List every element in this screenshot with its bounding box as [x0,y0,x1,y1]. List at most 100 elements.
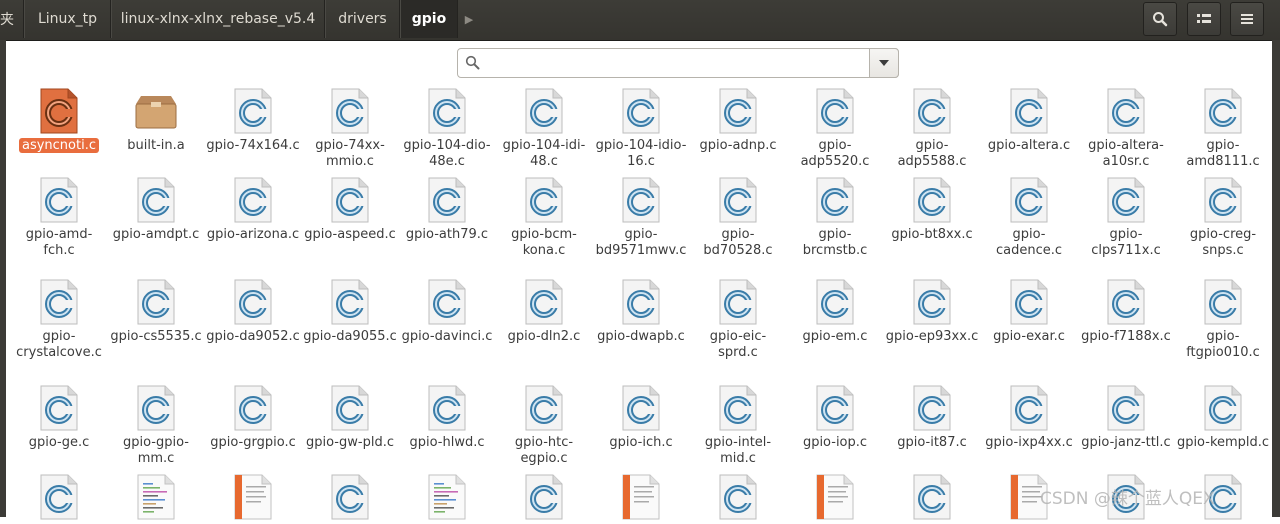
file-name: gpio-adnp.c [699,138,777,153]
file-item[interactable]: gpio-brcmstb.c [788,177,882,258]
file-item[interactable]: gpio-amdpt.c [109,177,203,257]
file-item[interactable]: gpio-amd8111.c [1176,88,1270,169]
file-name: gpio-htc-egpio.c [514,435,574,466]
file-name: gpio-creg-snps.c [1189,227,1257,258]
file-item[interactable]: gpio-104-idio-16.c [594,88,688,169]
file-item[interactable]: gpio-aspeed.c [303,177,397,257]
file-item[interactable]: gpio-gw-pld.c [303,385,397,465]
window-frame [1272,40,1280,517]
file-item[interactable]: gpio-f7188x.c [1079,279,1173,359]
file-item[interactable]: gpio-amd-fch.c [12,177,106,258]
c-source-file-icon [912,177,952,223]
file-item[interactable]: gpio-74xx-mmio.c [303,88,397,169]
file-item[interactable]: gpio-ath79.c [400,177,494,257]
menu-button[interactable] [1230,2,1264,36]
c-source-file-icon [233,177,273,223]
search-button[interactable] [1143,2,1177,36]
file-item[interactable]: gpio-bd9571mwv.c [594,177,688,258]
file-item[interactable]: gpio-74x164.c [206,88,300,168]
text-file-icon [136,474,176,520]
file-item[interactable]: gpio-it87.c [885,385,979,465]
chevron-right-icon[interactable]: ▶ [458,0,480,38]
file-item[interactable]: gpio-bcm-kona.c [497,177,591,258]
file-item[interactable]: gpio-ge.c [12,385,106,465]
file-item[interactable]: gpio-bt8xx.c [885,177,979,257]
file-name: gpio-74x164.c [206,138,300,153]
file-item[interactable]: gpio-ixp4xx.c [982,385,1076,465]
file-item[interactable]: gpio-eic-sprd.c [691,279,785,360]
file-item[interactable] [691,474,785,520]
file-item[interactable]: gpio-da9052.c [206,279,300,359]
file-name: gpio-cadence.c [995,227,1063,258]
file-item[interactable] [12,474,106,520]
file-item[interactable]: gpio-clps711x.c [1079,177,1173,258]
file-item[interactable]: gpio-arizona.c [206,177,300,257]
file-item[interactable] [497,474,591,520]
file-item[interactable] [109,474,203,520]
file-item[interactable] [400,474,494,520]
file-item[interactable]: gpio-104-idi-48.c [497,88,591,169]
breadcrumb-current[interactable]: gpio [400,0,458,38]
file-item[interactable]: gpio-creg-snps.c [1176,177,1270,258]
c-source-file-icon [39,279,79,325]
c-source-file-icon [815,88,855,134]
search-bar[interactable] [457,48,899,78]
c-source-file-icon [1106,279,1146,325]
view-toggle-button[interactable] [1187,2,1221,36]
breadcrumb-item[interactable]: drivers [325,0,400,38]
file-item[interactable]: gpio-em.c [788,279,882,359]
file-item[interactable]: gpio-davinci.c [400,279,494,359]
file-item[interactable] [788,474,882,520]
c-source-file-icon [1009,177,1049,223]
c-source-file-icon [233,385,273,431]
breadcrumb-item[interactable]: 夹 [0,0,24,38]
breadcrumb-item[interactable]: Linux_tp [24,0,111,38]
file-name: gpio-ep93xx.c [885,329,979,344]
file-name: gpio-104-idio-16.c [595,138,687,169]
file-item[interactable]: gpio-dln2.c [497,279,591,359]
file-item[interactable]: gpio-hlwd.c [400,385,494,465]
watermark: CSDN @辣个蓝人QEX [1040,489,1215,509]
file-item[interactable]: gpio-adp5588.c [885,88,979,169]
file-item[interactable] [303,474,397,520]
file-item[interactable]: gpio-bd70528.c [691,177,785,258]
file-item[interactable] [206,474,300,520]
file-item[interactable]: asyncnoti.c [12,88,106,168]
file-item[interactable] [885,474,979,520]
file-name: gpio-104-idi-48.c [502,138,586,169]
file-item[interactable]: gpio-exar.c [982,279,1076,359]
file-item[interactable]: gpio-adnp.c [691,88,785,168]
file-item[interactable]: built-in.a [109,88,203,168]
file-item[interactable]: gpio-adp5520.c [788,88,882,169]
file-item[interactable]: gpio-kempld.c [1176,385,1270,465]
file-item[interactable]: gpio-104-dio-48e.c [400,88,494,169]
breadcrumb-item[interactable]: linux-xlnx-xlnx_rebase_v5.4 [111,0,325,38]
file-item[interactable]: gpio-ep93xx.c [885,279,979,359]
document-icon [621,474,661,520]
file-name: gpio-dwapb.c [597,329,685,344]
file-item[interactable]: gpio-dwapb.c [594,279,688,359]
file-item[interactable]: gpio-altera-a10sr.c [1079,88,1173,169]
file-item[interactable]: gpio-altera.c [982,88,1076,168]
c-source-file-icon [718,474,758,520]
c-source-file-icon [330,385,370,431]
search-input[interactable] [488,53,872,75]
file-item[interactable]: gpio-crystalcove.c [12,279,106,360]
file-item[interactable]: gpio-grgpio.c [206,385,300,465]
file-item[interactable]: gpio-iop.c [788,385,882,465]
file-item[interactable]: gpio-ich.c [594,385,688,465]
c-source-file-icon [621,279,661,325]
file-item[interactable]: gpio-gpio-mm.c [109,385,203,466]
file-item[interactable]: gpio-cs5535.c [109,279,203,359]
file-item[interactable]: gpio-ftgpio010.c [1176,279,1270,360]
search-options-button[interactable] [869,48,899,78]
file-item[interactable]: gpio-htc-egpio.c [497,385,591,466]
file-name: gpio-amd-fch.c [25,227,93,258]
c-source-file-icon [718,88,758,134]
c-source-file-icon [39,474,79,520]
file-item[interactable]: gpio-da9055.c [303,279,397,359]
file-item[interactable]: gpio-janz-ttl.c [1079,385,1173,465]
file-item[interactable]: gpio-cadence.c [982,177,1076,258]
file-item[interactable] [594,474,688,520]
file-item[interactable]: gpio-intel-mid.c [691,385,785,466]
